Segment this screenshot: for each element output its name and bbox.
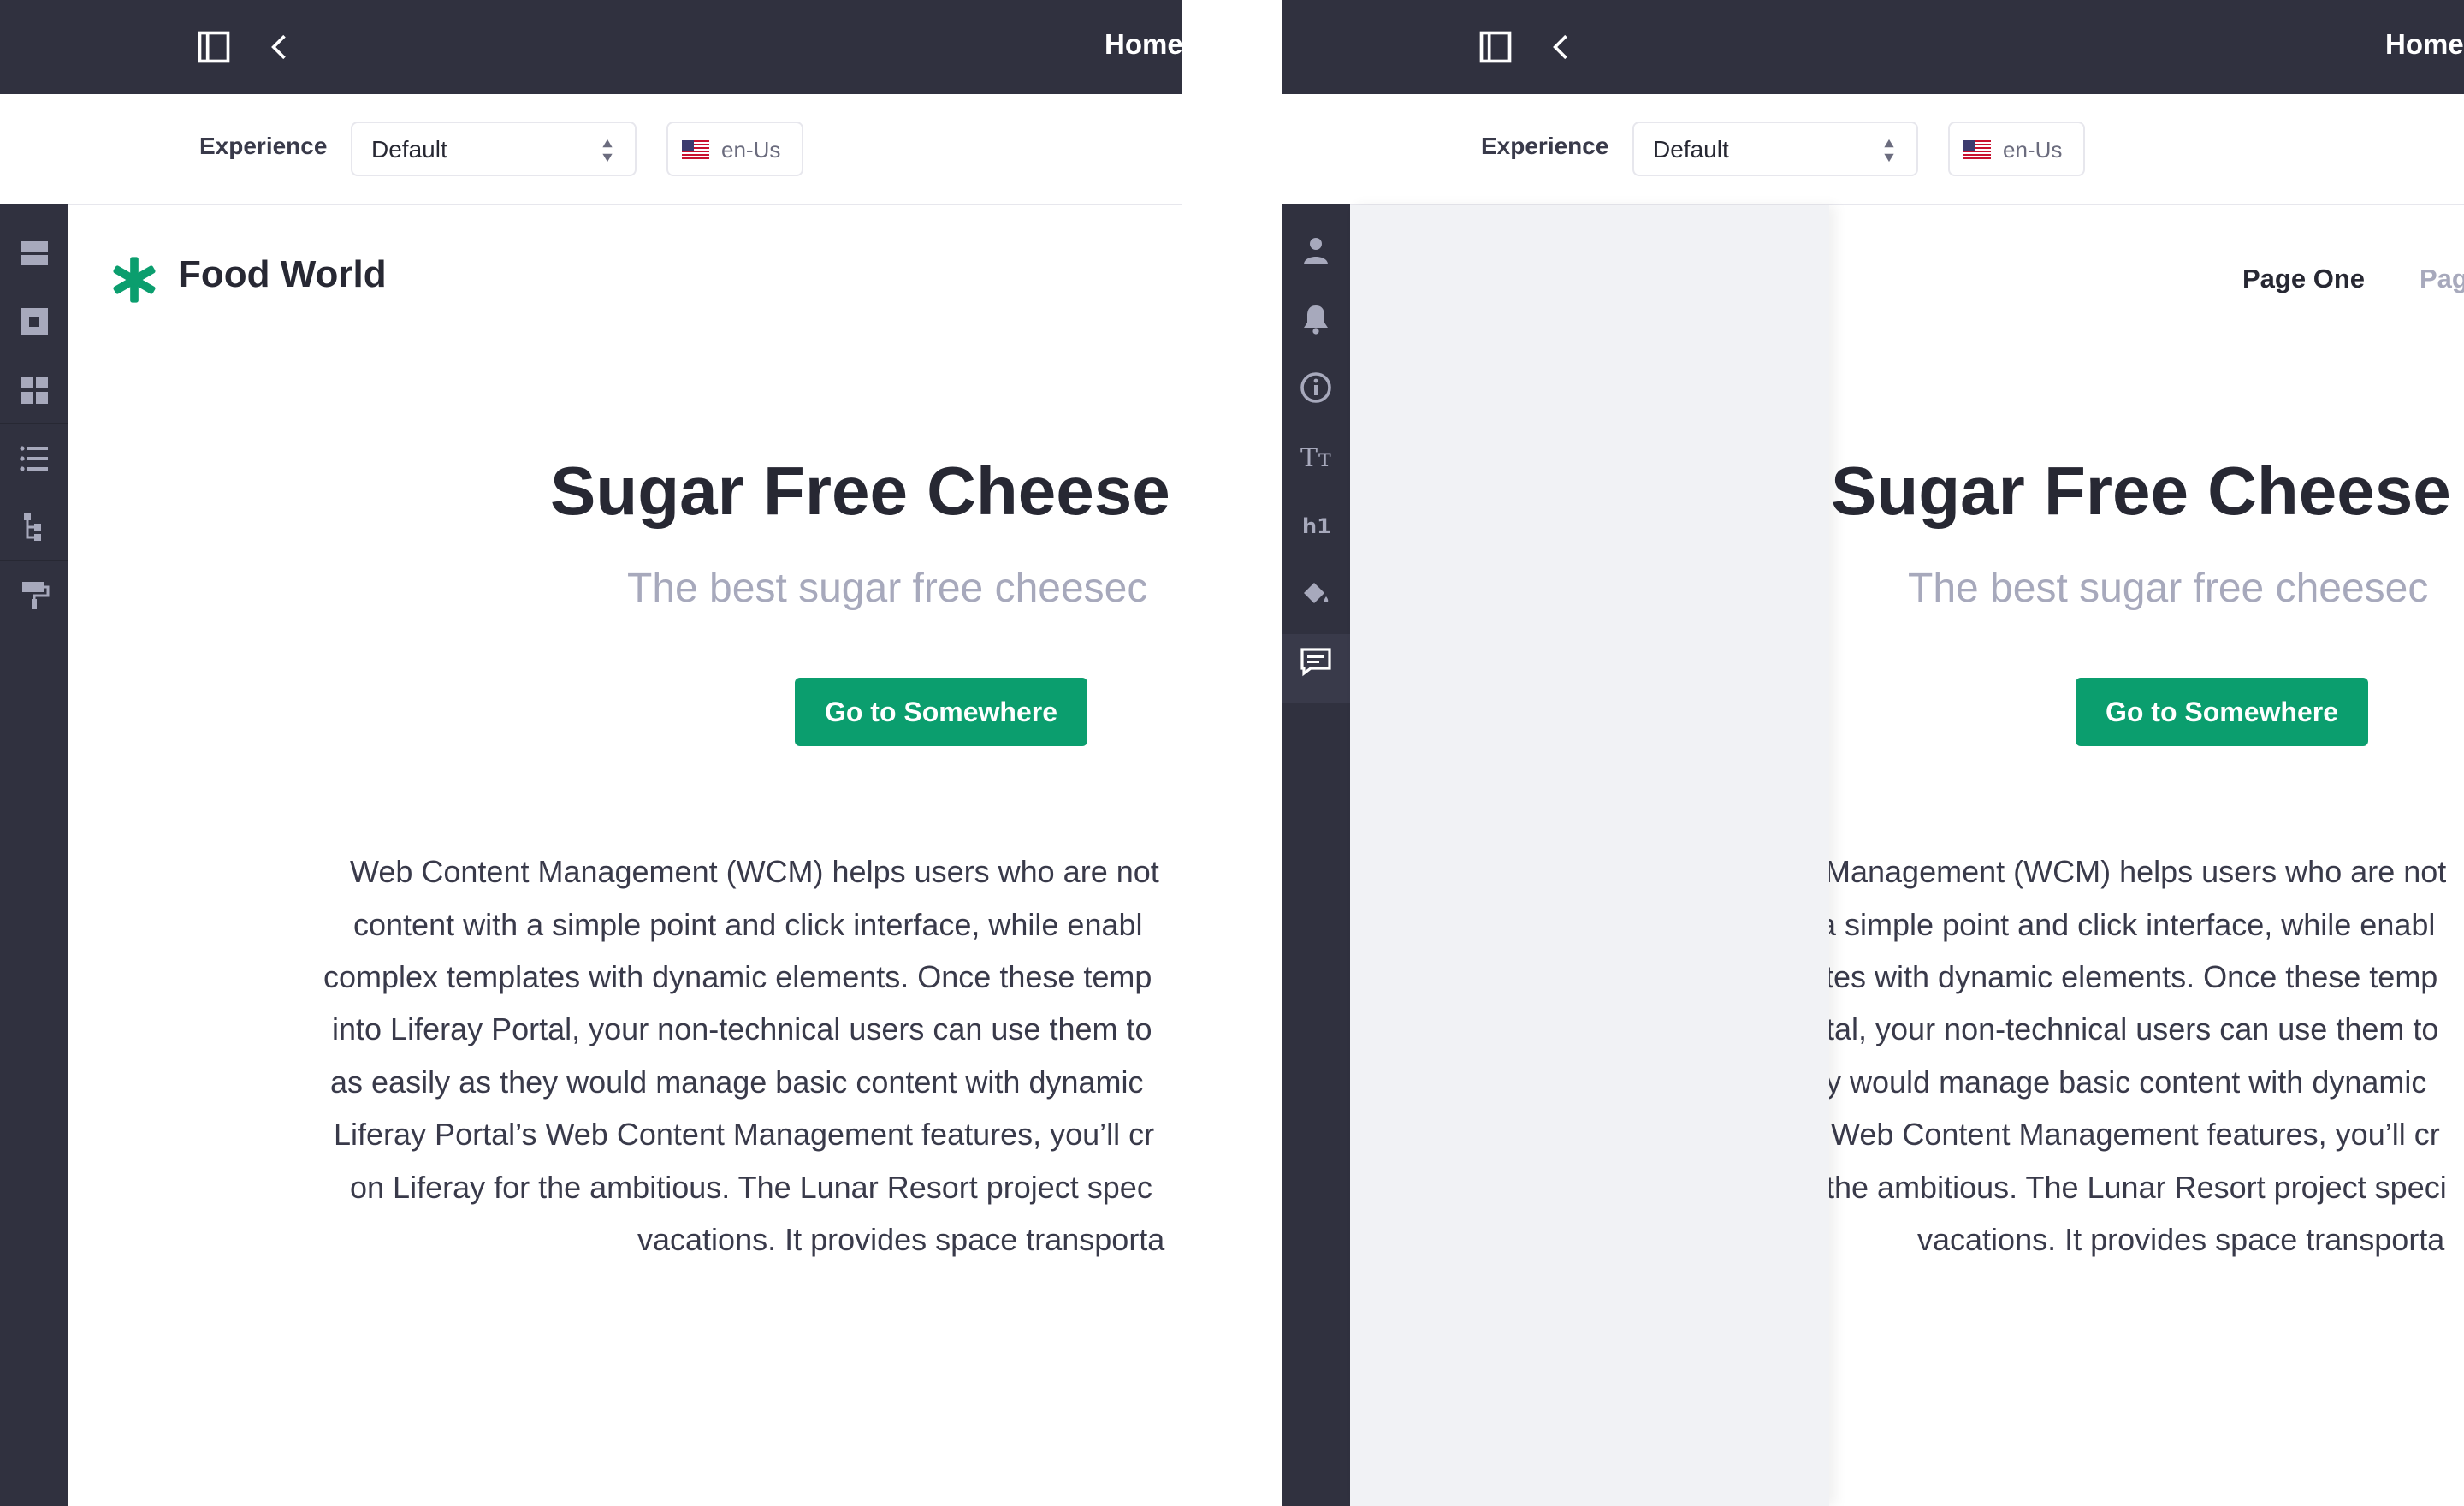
body-line: vacations. It provides space transporta (637, 1222, 1165, 1257)
bell-icon[interactable] (1299, 302, 1333, 336)
comments-sidebar-panel[interactable] (1350, 205, 1829, 1506)
experience-toolbar: Experience Default en-Us (1282, 94, 2464, 205)
language-selector[interactable]: en-Us (666, 122, 803, 176)
toggle-sidebar-icon[interactable] (195, 28, 233, 66)
paint-bucket-icon[interactable] (1299, 576, 1333, 610)
language-code: en-Us (721, 137, 781, 163)
info-icon[interactable] (1299, 371, 1333, 405)
body-line: Management (WCM) helps users who are not (1825, 854, 2447, 889)
body-line: tal, your non-technical users can use th… (1826, 1011, 2439, 1046)
language-code: en-Us (2003, 137, 2063, 163)
left-sidebar-rail (0, 204, 68, 1506)
top-bar: Home (0, 0, 1182, 94)
sections-icon[interactable] (17, 236, 51, 270)
hero-title: Sugar Free Cheese (1831, 453, 2451, 529)
body-line: Web Content Management (WCM) helps users… (350, 854, 1159, 889)
contents-icon[interactable] (17, 442, 51, 476)
hero-subtitle: The best sugar free cheesec (627, 566, 1148, 611)
select-arrows-icon (1884, 139, 1894, 163)
comments-icon[interactable] (1299, 644, 1333, 679)
fragments-icon[interactable] (17, 305, 51, 339)
page-structure-icon[interactable] (17, 510, 51, 544)
text-format-icon[interactable]: Tт (1299, 439, 1333, 473)
nav-item-page-two[interactable]: Pag (2420, 264, 2464, 294)
svg-text:Tт: Tт (1300, 443, 1332, 473)
user-icon[interactable] (1299, 234, 1333, 268)
svg-text:h1: h1 (1302, 514, 1331, 538)
hero-subtitle: The best sugar free cheesec (1908, 566, 2429, 611)
editor-panel-right: Home Experience Default en-Us Tт h1 Page… (1282, 0, 2464, 1506)
editor-panel-left: Home Experience Default en-Us Food World… (0, 0, 1182, 1506)
back-icon[interactable] (1543, 28, 1580, 66)
widgets-icon[interactable] (17, 373, 51, 407)
body-line: as easily as they would manage basic con… (330, 1064, 1144, 1100)
heading-icon[interactable]: h1 (1299, 507, 1333, 542)
us-flag-icon (1964, 140, 1991, 159)
body-line: tes with dynamic elements. Once these te… (1825, 959, 2438, 994)
page-canvas: Food World Sugar Free Cheese The best su… (68, 205, 1182, 1506)
food-world-logo-icon (113, 257, 156, 303)
experience-select-value: Default (1653, 136, 1729, 163)
experience-select[interactable]: Default (351, 122, 637, 176)
rail-divider (0, 423, 68, 424)
experience-label: Experience (1481, 133, 1609, 159)
body-line: Liferay Portal’s Web Content Management … (334, 1117, 1155, 1152)
experience-toolbar: Experience Default en-Us (0, 94, 1182, 205)
page-title: Home (1105, 28, 1182, 60)
rail-divider (0, 560, 68, 561)
body-line: into Liferay Portal, your non-technical … (332, 1011, 1152, 1046)
back-icon[interactable] (261, 28, 299, 66)
select-arrows-icon (602, 139, 613, 163)
experience-select[interactable]: Default (1632, 122, 1918, 176)
panel-gap (1182, 0, 1282, 1506)
body-line: vacations. It provides space transporta (1917, 1222, 2445, 1257)
go-to-somewhere-button[interactable]: Go to Somewhere (795, 678, 1087, 746)
product-menu-rail: Tт h1 (1282, 204, 1350, 1506)
body-line: a simple point and click interface, whil… (1819, 907, 2436, 942)
page-title: Home (2385, 28, 2464, 60)
body-line: y would manage basic content with dynami… (1826, 1064, 2427, 1100)
site-name[interactable]: Food World (178, 253, 387, 296)
body-line: the ambitious. The Lunar Resort project … (1826, 1170, 2447, 1205)
experience-select-value: Default (371, 136, 447, 163)
nav-item-page-one[interactable]: Page One (2242, 264, 2365, 294)
body-line: content with a simple point and click in… (353, 907, 1143, 942)
body-line: complex templates with dynamic elements.… (323, 959, 1152, 994)
body-line: on Liferay for the ambitious. The Lunar … (350, 1170, 1152, 1205)
toggle-sidebar-icon[interactable] (1477, 28, 1514, 66)
experience-label: Experience (199, 133, 328, 159)
language-selector[interactable]: en-Us (1948, 122, 2085, 176)
look-and-feel-icon[interactable] (17, 578, 51, 613)
us-flag-icon (682, 140, 709, 159)
hero-title: Sugar Free Cheese (550, 453, 1170, 529)
go-to-somewhere-button[interactable]: Go to Somewhere (2076, 678, 2368, 746)
body-line: Web Content Management features, you’ll … (1831, 1117, 2440, 1152)
top-bar: Home (1282, 0, 2464, 94)
